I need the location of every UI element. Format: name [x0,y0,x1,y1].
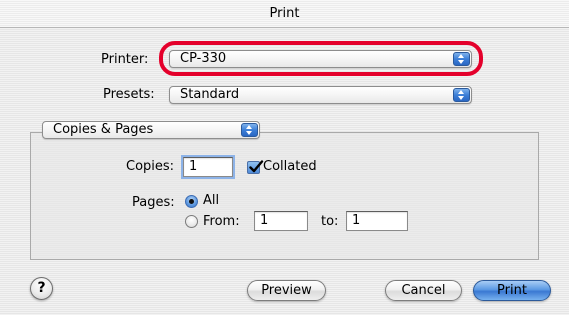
help-button[interactable]: ? [30,277,53,300]
cancel-button-label: Cancel [401,283,446,298]
print-dialog: Print Printer: CP-330 Presets: Standard … [0,0,569,315]
collated-checkbox[interactable] [247,160,264,174]
window-title: Print [269,6,300,21]
printer-label: Printer: [101,52,149,67]
printer-highlight-ring [159,41,483,76]
preview-button-label: Preview [261,283,312,298]
print-button-label: Print [497,283,527,298]
collated-label: Collated [263,159,317,174]
pages-from-label: From: [203,214,240,229]
question-mark-icon: ? [37,280,46,296]
presets-popup[interactable]: Standard [169,86,472,104]
copies-label: Copies: [126,159,175,174]
print-button[interactable]: Print [473,280,551,301]
panel-menu-value: Copies & Pages [53,122,154,137]
checkmark-icon [249,160,264,173]
pages-to-value: 1 [352,213,361,228]
pages-from-value: 1 [260,213,269,228]
presets-label: Presets: [103,87,155,102]
updown-arrows-icon [453,88,470,102]
cancel-button[interactable]: Cancel [385,280,462,301]
pages-from-radio[interactable] [185,215,198,228]
copies-value: 1 [189,159,198,174]
pages-from-field[interactable]: 1 [254,211,308,231]
copies-pages-group [30,132,539,260]
pages-to-field[interactable]: 1 [346,211,408,231]
pages-label: Pages: [132,195,175,210]
copies-field[interactable]: 1 [183,157,233,177]
preview-button[interactable]: Preview [247,280,326,301]
pages-to-label: to: [321,214,339,229]
pages-all-label: All [203,193,220,208]
pages-all-radio[interactable] [185,195,198,208]
panel-menu-popup[interactable]: Copies & Pages [42,121,260,139]
presets-value: Standard [180,87,240,102]
updown-arrows-icon [241,123,258,137]
title-bar: Print [0,0,569,28]
